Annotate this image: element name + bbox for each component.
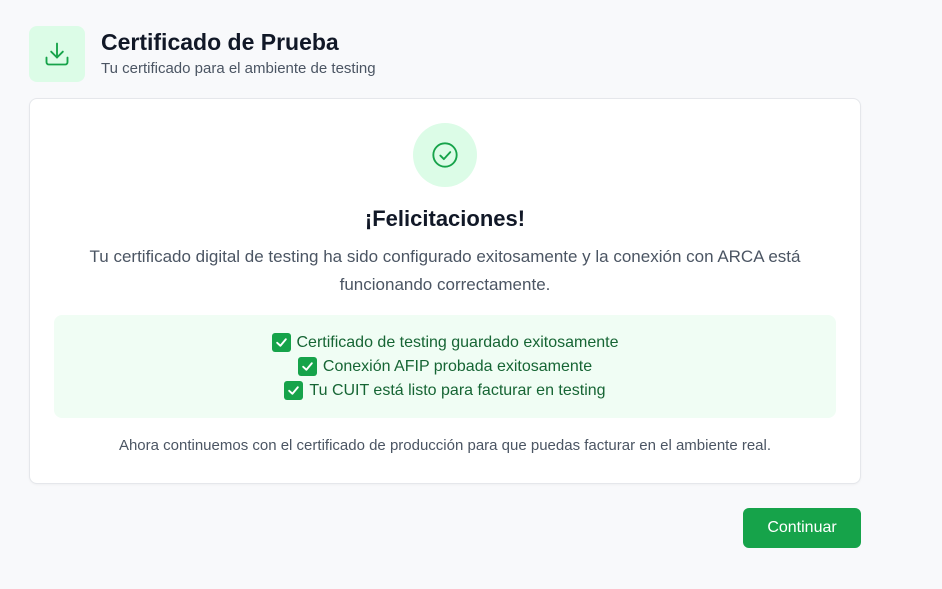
check-circle-icon xyxy=(413,123,477,187)
page-subtitle: Tu certificado para el ambiente de testi… xyxy=(101,60,376,77)
page: Certificado de Prueba Tu certificado par… xyxy=(0,0,942,589)
checklist-item: Tu CUIT está listo para facturar en test… xyxy=(284,379,606,403)
checklist-item-label: Tu CUIT está listo para facturar en test… xyxy=(309,381,606,399)
page-header: Certificado de Prueba Tu certificado par… xyxy=(29,26,376,82)
success-message: Tu certificado digital de testing ha sid… xyxy=(89,247,801,294)
checklist-item: Certificado de testing guardado exitosam… xyxy=(271,331,619,355)
success-checklist: Certificado de testing guardado exitosam… xyxy=(54,315,836,418)
page-title: Certificado de Prueba xyxy=(101,29,339,55)
next-step-note: Ahora continuemos con el certificado de … xyxy=(118,437,772,454)
check-mark-button-icon xyxy=(271,333,291,352)
check-mark-button-icon xyxy=(297,357,317,376)
success-card: ¡Felicitaciones! Tu certificado digital … xyxy=(29,98,861,484)
download-icon xyxy=(29,26,85,82)
continue-button[interactable]: Continuar xyxy=(743,508,861,548)
checklist-item-label: Conexión AFIP probada exitosamente xyxy=(322,357,593,375)
check-mark-button-icon xyxy=(284,381,304,400)
checklist-item: Conexión AFIP probada exitosamente xyxy=(297,355,593,379)
success-heading: ¡Felicitaciones! xyxy=(364,206,526,231)
header-text: Certificado de Prueba Tu certificado par… xyxy=(101,26,376,78)
checklist-item-label: Certificado de testing guardado exitosam… xyxy=(296,333,619,351)
